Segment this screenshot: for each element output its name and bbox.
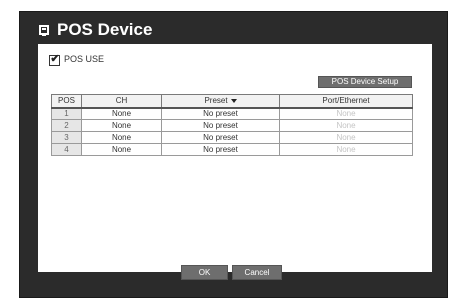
port-cell: None bbox=[279, 131, 413, 144]
port-cell: None bbox=[279, 107, 413, 120]
table-row[interactable]: 4 None No preset None bbox=[51, 143, 413, 156]
preset-cell[interactable]: No preset bbox=[161, 143, 280, 156]
column-header-pos: POS bbox=[51, 94, 82, 109]
preset-cell[interactable]: No preset bbox=[161, 131, 280, 144]
port-cell: None bbox=[279, 119, 413, 132]
content-panel: ✔ POS USE POS Device Setup POS CH Preset… bbox=[38, 44, 432, 272]
cancel-button[interactable]: Cancel bbox=[232, 265, 282, 280]
ch-cell[interactable]: None bbox=[81, 119, 162, 132]
table-row[interactable]: 2 None No preset None bbox=[51, 119, 413, 132]
column-header-preset-label: Preset bbox=[204, 96, 228, 106]
column-header-port-ethernet: Port/Ethernet bbox=[279, 94, 413, 109]
ch-cell[interactable]: None bbox=[81, 131, 162, 144]
menu-icon bbox=[39, 25, 49, 36]
table-row[interactable]: 1 None No preset None bbox=[51, 107, 413, 120]
pos-device-setup-button[interactable]: POS Device Setup bbox=[318, 76, 412, 88]
pos-use-checkbox[interactable]: ✔ bbox=[49, 53, 60, 66]
ch-cell[interactable]: None bbox=[81, 107, 162, 120]
table-row[interactable]: 3 None No preset None bbox=[51, 131, 413, 144]
port-cell: None bbox=[279, 143, 413, 156]
column-header-ch: CH bbox=[81, 94, 162, 109]
title-bar: POS Device bbox=[20, 12, 447, 44]
pos-number-cell: 1 bbox=[51, 107, 82, 120]
pos-device-table: POS CH Preset Port/Ethernet 1 None No pr… bbox=[51, 94, 413, 156]
column-header-preset[interactable]: Preset bbox=[161, 94, 280, 109]
pos-number-cell: 4 bbox=[51, 143, 82, 156]
caret-down-icon bbox=[230, 99, 237, 104]
preset-cell[interactable]: No preset bbox=[161, 107, 280, 120]
ok-button[interactable]: OK bbox=[181, 265, 228, 280]
pos-use-label: POS USE bbox=[64, 54, 105, 64]
page-title: POS Device bbox=[57, 20, 153, 39]
pos-number-cell: 3 bbox=[51, 131, 82, 144]
pos-number-cell: 2 bbox=[51, 119, 82, 132]
ch-cell[interactable]: None bbox=[81, 143, 162, 156]
table-header-row: POS CH Preset Port/Ethernet bbox=[51, 94, 413, 109]
pos-device-window: POS Device ✔ POS USE POS Device Setup PO… bbox=[19, 11, 448, 298]
checkmark-icon: ✔ bbox=[50, 53, 60, 65]
preset-cell[interactable]: No preset bbox=[161, 119, 280, 132]
